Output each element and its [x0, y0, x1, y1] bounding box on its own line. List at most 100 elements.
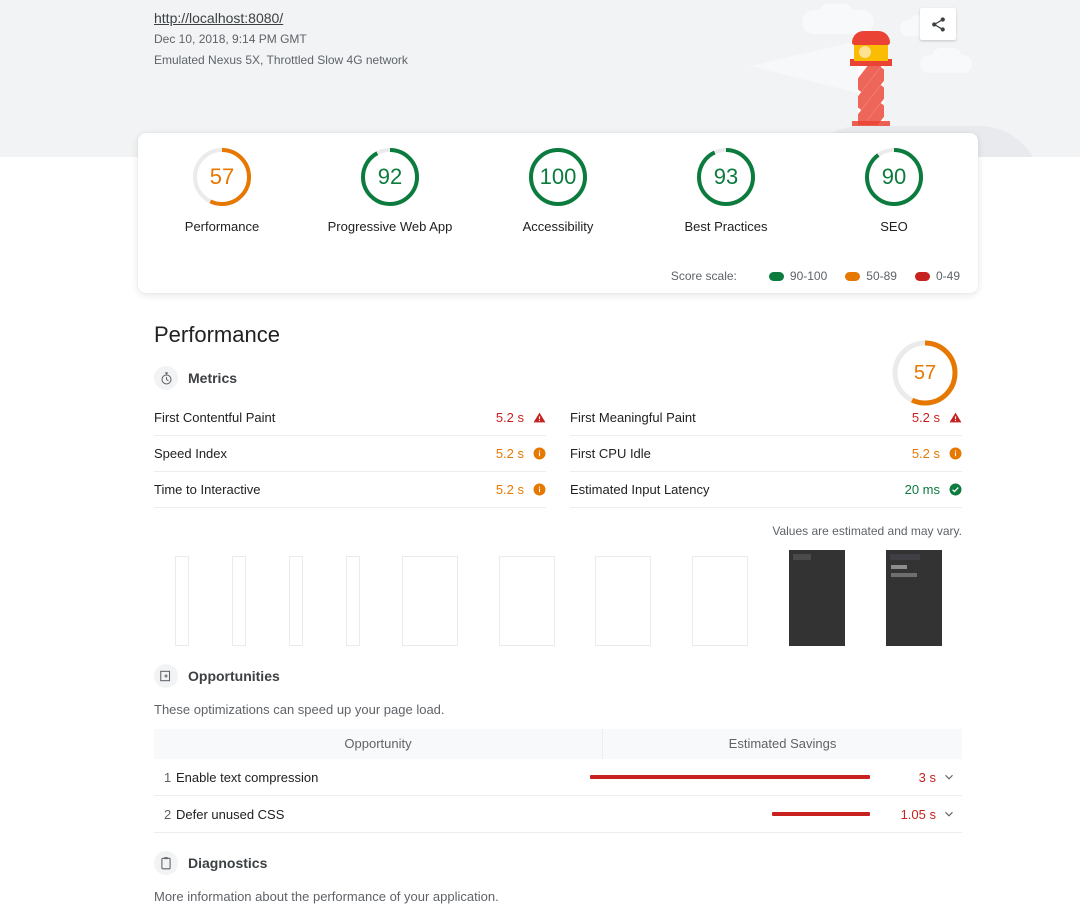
clipboard-icon [154, 851, 178, 875]
opportunities-description: These optimizations can speed up your pa… [154, 702, 962, 717]
gauge-ring: 100 [526, 145, 590, 209]
metric-row[interactable]: First CPU Idle 5.2 s [570, 436, 962, 472]
metrics-column-left: First Contentful Paint 5.2 s Speed Index… [154, 400, 546, 508]
score-scale-legend: Score scale: 90-100 50-89 0-49 [671, 269, 960, 283]
metric-row[interactable]: Estimated Input Latency 20 ms [570, 472, 962, 508]
warning-triangle-icon [948, 411, 962, 425]
metric-name: First Meaningful Paint [570, 410, 912, 425]
score-scale-range: 90-100 [790, 269, 827, 283]
metric-row[interactable]: Speed Index 5.2 s [154, 436, 546, 472]
info-circle-icon [532, 483, 546, 497]
filmstrip-frame [789, 550, 845, 646]
gauge-score-value: 100 [526, 145, 590, 209]
score-scale-item-average: 50-89 [845, 269, 897, 283]
gauge-label: Performance [147, 219, 297, 234]
gauge-score-value: 90 [862, 145, 926, 209]
gauge-label: Best Practices [651, 219, 801, 234]
savings-bar [590, 775, 870, 779]
lighthouse-lamp [859, 46, 871, 58]
opportunity-index: 1 [154, 770, 176, 785]
opportunities-table-header: Opportunity Estimated Savings [154, 729, 962, 759]
share-icon [930, 16, 947, 33]
opportunities-section-header: Opportunities [154, 664, 962, 688]
cloud-icon [932, 48, 962, 66]
lighthouse-tower [858, 63, 884, 125]
light-beam [750, 38, 870, 96]
filmstrip-frame [595, 556, 651, 646]
lighthouse-report: http://localhost:8080/ Dec 10, 2018, 9:1… [0, 0, 1080, 916]
filmstrip-frame [402, 556, 458, 646]
score-gauges: 57 Performance 92 Progressive Web App [138, 133, 978, 234]
values-estimated-note: Values are estimated and may vary. [154, 524, 962, 538]
metric-value: 20 ms [905, 482, 940, 497]
metric-name: First CPU Idle [570, 446, 912, 461]
metric-value: 5.2 s [912, 410, 940, 425]
lighthouse-base [852, 121, 890, 126]
metric-name: Speed Index [154, 446, 496, 461]
report-environment: Emulated Nexus 5X, Throttled Slow 4G net… [154, 50, 408, 70]
gauge-ring: 57 [190, 145, 254, 209]
chevron-down-icon[interactable] [936, 807, 962, 821]
gauge-score-value: 92 [358, 145, 422, 209]
filmstrip-frame [499, 556, 555, 646]
metric-value: 5.2 s [496, 410, 524, 425]
savings-bar-container [550, 775, 878, 779]
metric-name: First Contentful Paint [154, 410, 496, 425]
audited-url-link[interactable]: http://localhost:8080/ [154, 8, 283, 28]
metrics-section-header: Metrics [154, 366, 962, 390]
opportunity-row[interactable]: 1 Enable text compression 3 s [154, 759, 962, 796]
score-scale-range: 0-49 [936, 269, 960, 283]
metric-value: 5.2 s [912, 446, 940, 461]
chevron-down-icon[interactable] [936, 770, 962, 784]
metric-name: Estimated Input Latency [570, 482, 905, 497]
metric-row[interactable]: First Contentful Paint 5.2 s [154, 400, 546, 436]
score-gauge-performance[interactable]: 57 Performance [147, 145, 297, 234]
filmstrip [154, 548, 962, 646]
gauge-label: Accessibility [483, 219, 633, 234]
red-pill-icon [915, 272, 930, 281]
gauge-label: Progressive Web App [315, 219, 465, 234]
report-body: Performance 57 [0, 300, 1080, 916]
cloud-icon [818, 4, 854, 26]
gauge-label: SEO [819, 219, 969, 234]
score-gauge-seo[interactable]: 90 SEO [819, 145, 969, 234]
info-circle-icon [532, 447, 546, 461]
gauge-ring: 93 [694, 145, 758, 209]
category-score-gauge-performance: 57 [888, 336, 962, 410]
score-gauge-pwa[interactable]: 92 Progressive Web App [315, 145, 465, 234]
opportunity-savings-value: 1.05 s [878, 807, 936, 822]
scores-card: 57 Performance 92 Progressive Web App [138, 133, 978, 293]
score-gauge-best-practices[interactable]: 93 Best Practices [651, 145, 801, 234]
opportunities-section-title: Opportunities [188, 668, 280, 684]
filmstrip-frame [886, 550, 942, 646]
score-scale-item-fail: 0-49 [915, 269, 960, 283]
orange-pill-icon [845, 272, 860, 281]
gauge-score-value: 93 [694, 145, 758, 209]
savings-bar [772, 812, 870, 816]
score-scale-item-pass: 90-100 [769, 269, 827, 283]
category-score-value: 57 [888, 336, 962, 410]
metric-row[interactable]: Time to Interactive 5.2 s [154, 472, 546, 508]
opportunity-savings-value: 3 s [878, 770, 936, 785]
lighthouse-roof [852, 31, 890, 45]
filmstrip-frame [289, 556, 303, 646]
metric-value: 5.2 s [496, 482, 524, 497]
savings-bar-container [550, 812, 878, 816]
opportunity-row[interactable]: 2 Defer unused CSS 1.05 s [154, 796, 962, 833]
diagnostics-section-header: Diagnostics [154, 851, 962, 875]
info-circle-icon [948, 447, 962, 461]
opportunity-name: Defer unused CSS [176, 807, 550, 822]
opportunity-icon [154, 664, 178, 688]
opportunity-index: 2 [154, 807, 176, 822]
gauge-score-value: 57 [190, 145, 254, 209]
gauge-ring: 90 [862, 145, 926, 209]
share-button[interactable] [920, 8, 956, 40]
metric-value: 5.2 s [496, 446, 524, 461]
score-gauge-accessibility[interactable]: 100 Accessibility [483, 145, 633, 234]
metrics-column-right: First Meaningful Paint 5.2 s First CPU I… [570, 400, 962, 508]
column-header-savings: Estimated Savings [603, 729, 962, 759]
metrics-grid: First Contentful Paint 5.2 s Speed Index… [154, 400, 962, 508]
stopwatch-icon [154, 366, 178, 390]
filmstrip-frame [346, 556, 360, 646]
check-circle-icon [948, 483, 962, 497]
